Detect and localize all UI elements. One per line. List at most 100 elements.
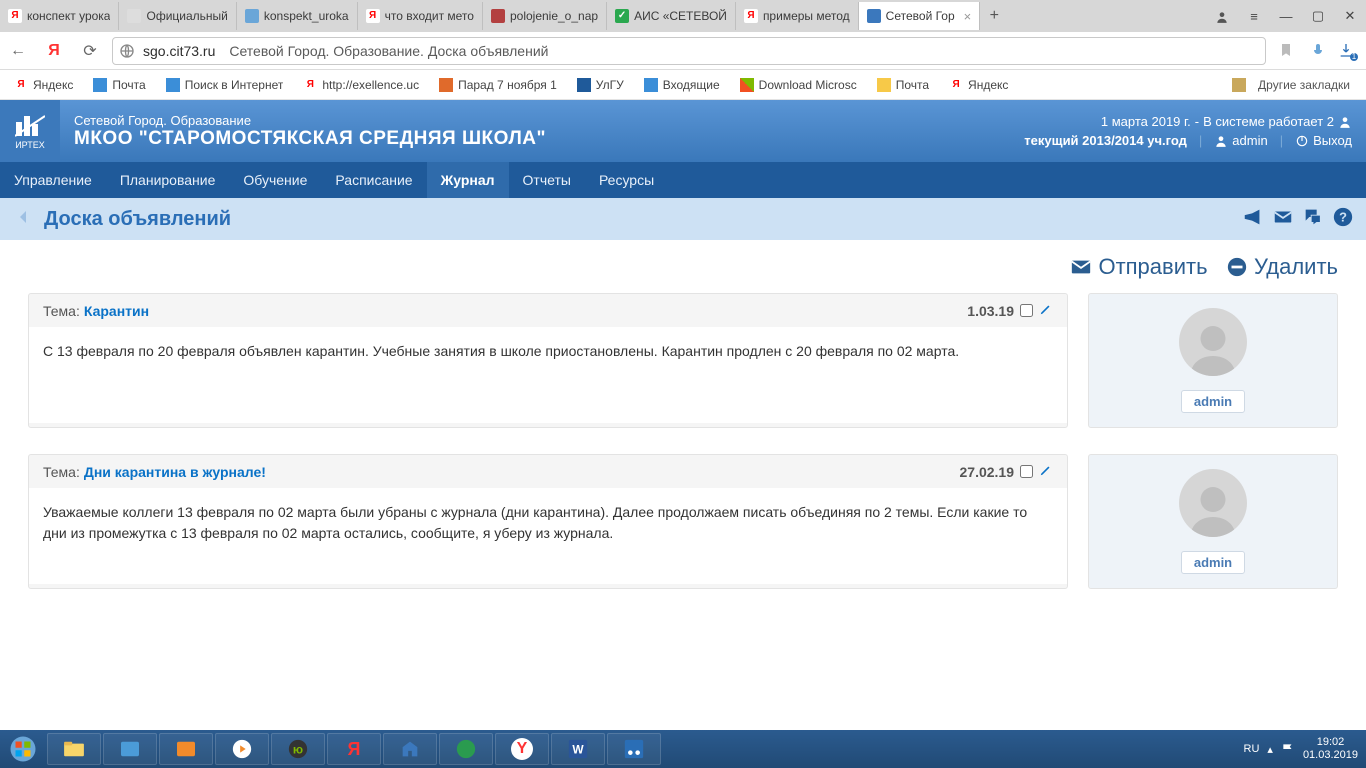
edit-button[interactable] bbox=[1039, 463, 1053, 480]
nav-zhurnal[interactable]: Журнал bbox=[427, 162, 509, 198]
downloads-icon[interactable]: 1 bbox=[1334, 42, 1366, 60]
envelope-icon bbox=[1070, 256, 1092, 278]
bookmark-item[interactable]: Почта bbox=[85, 78, 153, 92]
megaphone-icon[interactable] bbox=[1242, 206, 1264, 233]
mail-icon[interactable] bbox=[1272, 206, 1294, 233]
select-checkbox[interactable] bbox=[1020, 304, 1033, 317]
browser-tab[interactable]: Я примеры метод bbox=[736, 2, 859, 30]
bookmark-item[interactable]: ЯЯндекс bbox=[941, 78, 1016, 92]
bookmark-item[interactable]: ЯЯндекс bbox=[6, 78, 81, 92]
user-link[interactable]: admin bbox=[1214, 133, 1267, 148]
edit-button[interactable] bbox=[1039, 302, 1053, 319]
mic-icon[interactable] bbox=[1302, 42, 1334, 60]
lang-indicator[interactable]: RU bbox=[1244, 743, 1260, 755]
announcement-date: 27.02.19 bbox=[960, 464, 1015, 480]
window-user-icon[interactable] bbox=[1206, 8, 1238, 24]
user-icon bbox=[1338, 115, 1352, 129]
browser-tab[interactable]: konspekt_uroka bbox=[237, 2, 358, 30]
house-icon bbox=[399, 738, 421, 760]
forum-icon[interactable] bbox=[1302, 206, 1324, 233]
task-app[interactable] bbox=[103, 733, 157, 765]
task-media[interactable] bbox=[159, 733, 213, 765]
status-text: В системе работает 2 bbox=[1203, 114, 1334, 129]
tab-label: примеры метод bbox=[763, 9, 850, 23]
help-icon[interactable]: ? bbox=[1332, 206, 1354, 233]
select-checkbox[interactable] bbox=[1020, 465, 1033, 478]
bookmark-icon[interactable] bbox=[1270, 42, 1302, 60]
task-word[interactable]: W bbox=[551, 733, 605, 765]
task-explorer[interactable] bbox=[47, 733, 101, 765]
bookmark-item[interactable]: Входящие bbox=[636, 78, 728, 92]
bookmark-item[interactable]: Почта bbox=[869, 78, 937, 92]
task-player[interactable] bbox=[215, 733, 269, 765]
browser-tab[interactable]: Официальный bbox=[119, 2, 236, 30]
close-icon[interactable]: × bbox=[964, 9, 972, 24]
announcement-topic-link[interactable]: Дни карантина в журнале! bbox=[84, 464, 266, 480]
bookmark-item[interactable]: Download Microsc bbox=[732, 78, 865, 92]
flag-icon[interactable] bbox=[1281, 742, 1295, 756]
window-maximize-icon[interactable]: ▢ bbox=[1302, 8, 1334, 24]
task-yandex[interactable]: Я bbox=[327, 733, 381, 765]
browser-tab[interactable]: Я конспект урока bbox=[0, 2, 119, 30]
nav-otchety[interactable]: Отчеты bbox=[509, 162, 585, 198]
author-name[interactable]: admin bbox=[1181, 390, 1245, 413]
svg-text:W: W bbox=[572, 743, 584, 757]
nav-obuchenie[interactable]: Обучение bbox=[229, 162, 321, 198]
bookmark-favicon bbox=[577, 78, 591, 92]
bookmark-item[interactable] bbox=[1224, 78, 1254, 92]
announcement-header: Тема: Дни карантина в журнале! 27.02.19 bbox=[29, 455, 1067, 488]
tray-chevron-icon[interactable]: ▴ bbox=[1267, 743, 1273, 756]
tab-favicon bbox=[491, 9, 505, 23]
window-minimize-icon[interactable]: — bbox=[1270, 9, 1302, 24]
nav-resursy[interactable]: Ресурсы bbox=[585, 162, 668, 198]
window-close-icon[interactable]: ✕ bbox=[1334, 8, 1366, 24]
nav-upravlenie[interactable]: Управление bbox=[0, 162, 106, 198]
window-menu-icon[interactable]: ≡ bbox=[1238, 9, 1270, 24]
yandex-button[interactable]: Я bbox=[36, 42, 72, 60]
omnibox[interactable]: sgo.cit73.ru Сетевой Город. Образование.… bbox=[112, 37, 1266, 65]
page-back-button[interactable] bbox=[12, 205, 36, 234]
browser-tab[interactable]: Я что входит мето bbox=[358, 2, 483, 30]
announcement-row: Тема: Дни карантина в журнале! 27.02.19 … bbox=[28, 454, 1338, 589]
tab-label: АИС «СЕТЕВОЙ bbox=[634, 9, 727, 23]
start-button[interactable] bbox=[0, 730, 46, 768]
browser-tab[interactable]: polojenie_o_nap bbox=[483, 2, 607, 30]
browser-tab[interactable]: ✓ АИС «СЕТЕВОЙ bbox=[607, 2, 736, 30]
bookmark-item[interactable]: УлГУ bbox=[569, 78, 632, 92]
bookmarks-bar: ЯЯндекс Почта Поиск в Интернет Яhttp://e… bbox=[0, 70, 1366, 100]
delete-button[interactable]: Удалить bbox=[1226, 254, 1338, 280]
avatar-icon bbox=[1183, 477, 1243, 537]
system-tray[interactable]: RU ▴ 19:02 01.03.2019 bbox=[1236, 736, 1366, 762]
bookmark-item[interactable]: Поиск в Интернет bbox=[158, 78, 292, 92]
tab-label: konspekt_uroka bbox=[264, 9, 349, 23]
clock[interactable]: 19:02 01.03.2019 bbox=[1303, 736, 1358, 762]
new-tab-button[interactable]: + bbox=[980, 7, 1008, 25]
nav-planirovanie[interactable]: Планирование bbox=[106, 162, 230, 198]
logout-link[interactable]: Выход bbox=[1295, 133, 1352, 148]
page-title-in-omnibox: Сетевой Город. Образование. Доска объявл… bbox=[229, 43, 548, 59]
other-bookmarks[interactable]: Другие закладки bbox=[1258, 78, 1360, 92]
task-snip[interactable] bbox=[607, 733, 661, 765]
nav-raspisanie[interactable]: Расписание bbox=[321, 162, 426, 198]
announcement-author: admin bbox=[1088, 293, 1338, 428]
yandex-browser-icon: Y bbox=[511, 738, 533, 760]
tab-label: что входит мето bbox=[385, 9, 474, 23]
app-logo[interactable]: ИРТЕХ bbox=[0, 100, 60, 162]
task-app3[interactable] bbox=[439, 733, 493, 765]
author-name[interactable]: admin bbox=[1181, 551, 1245, 574]
announcement-topic-link[interactable]: Карантин bbox=[84, 303, 149, 319]
bookmark-item[interactable]: Парад 7 ноября 1 bbox=[431, 78, 565, 92]
send-button[interactable]: Отправить bbox=[1070, 254, 1207, 280]
nav-back-button[interactable]: ← bbox=[0, 42, 36, 60]
browser-tab-active[interactable]: Сетевой Гор × bbox=[859, 2, 981, 30]
bookmark-label: Парад 7 ноября 1 bbox=[458, 78, 557, 92]
green-circle-icon bbox=[455, 738, 477, 760]
bookmark-item[interactable]: Яhttp://exellence.uc bbox=[295, 78, 427, 92]
task-utorrent[interactable]: ю bbox=[271, 733, 325, 765]
task-browser[interactable]: Y bbox=[495, 733, 549, 765]
logout-label: Выход bbox=[1313, 133, 1352, 148]
task-app2[interactable] bbox=[383, 733, 437, 765]
reload-button[interactable]: ⟳ bbox=[72, 41, 108, 61]
bookmark-label: Входящие bbox=[663, 78, 720, 92]
school-year[interactable]: текущий 2013/2014 уч.год bbox=[1024, 133, 1187, 148]
